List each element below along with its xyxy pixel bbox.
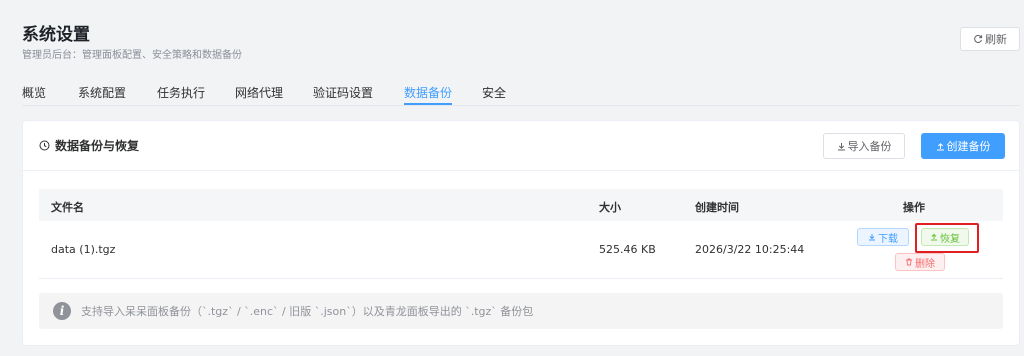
info-text: 支持导入呆呆面板备份（`.tgz` / `.enc` / 旧版 `.json`）… xyxy=(81,305,534,318)
delete-button[interactable]: 删除 xyxy=(895,253,945,271)
backup-card: 数据备份与恢复 导入备份 创建备份 文件名 大小 创建时间 操作 data (1… xyxy=(22,120,1020,346)
page-title: 系统设置 xyxy=(22,25,90,45)
tab-bar: 概览 系统配置 任务执行 网络代理 验证码设置 数据备份 安全 xyxy=(22,80,1020,106)
download-button[interactable]: 下载 xyxy=(857,228,909,246)
column-actions: 操作 xyxy=(903,201,925,214)
restore-label: 恢复 xyxy=(940,233,960,245)
info-bar: i 支持导入呆呆面板备份（`.tgz` / `.enc` / 旧版 `.json… xyxy=(39,293,1003,329)
import-backup-label: 导入备份 xyxy=(847,140,892,153)
info-icon: i xyxy=(53,302,71,320)
tab-task-execution[interactable]: 任务执行 xyxy=(157,84,205,101)
tab-network-proxy[interactable]: 网络代理 xyxy=(235,84,283,101)
tab-overview[interactable]: 概览 xyxy=(22,84,46,101)
row-size: 525.46 KB xyxy=(599,243,656,256)
download-label: 下载 xyxy=(878,233,898,245)
refresh-label: 刷新 xyxy=(985,33,1007,46)
delete-label: 删除 xyxy=(915,258,935,270)
refresh-icon xyxy=(974,35,983,43)
refresh-button[interactable]: 刷新 xyxy=(960,27,1020,51)
import-backup-button[interactable]: 导入备份 xyxy=(823,133,905,159)
row-created: 2026/3/22 10:25:44 xyxy=(695,243,805,256)
create-backup-button[interactable]: 创建备份 xyxy=(921,133,1005,159)
clock-icon xyxy=(39,140,50,151)
row-filename: data (1).tgz xyxy=(51,243,116,256)
column-filename: 文件名 xyxy=(51,201,84,214)
create-backup-label: 创建备份 xyxy=(946,140,991,153)
upload-icon xyxy=(931,233,937,241)
trash-icon xyxy=(906,258,912,266)
upload-icon xyxy=(936,142,944,150)
table-header: 文件名 大小 创建时间 操作 xyxy=(39,189,1003,221)
card-title: 数据备份与恢复 xyxy=(39,137,139,154)
tab-data-backup[interactable]: 数据备份 xyxy=(404,84,452,101)
card-header: 数据备份与恢复 导入备份 创建备份 xyxy=(23,121,1019,171)
table-row: data (1).tgz 525.46 KB 2026/3/22 10:25:4… xyxy=(39,221,1003,279)
tab-security[interactable]: 安全 xyxy=(482,84,506,101)
tab-captcha-settings[interactable]: 验证码设置 xyxy=(313,84,373,101)
restore-button[interactable]: 恢复 xyxy=(921,228,969,246)
download-icon xyxy=(869,234,875,241)
column-size: 大小 xyxy=(599,201,621,214)
page-subtitle: 管理员后台：管理面板配置、安全策略和数据备份 xyxy=(22,50,242,61)
tab-system-config[interactable]: 系统配置 xyxy=(78,84,126,101)
card-title-text: 数据备份与恢复 xyxy=(55,139,140,153)
column-created: 创建时间 xyxy=(695,201,739,214)
download-icon xyxy=(837,142,845,150)
active-tab-indicator xyxy=(404,103,452,105)
